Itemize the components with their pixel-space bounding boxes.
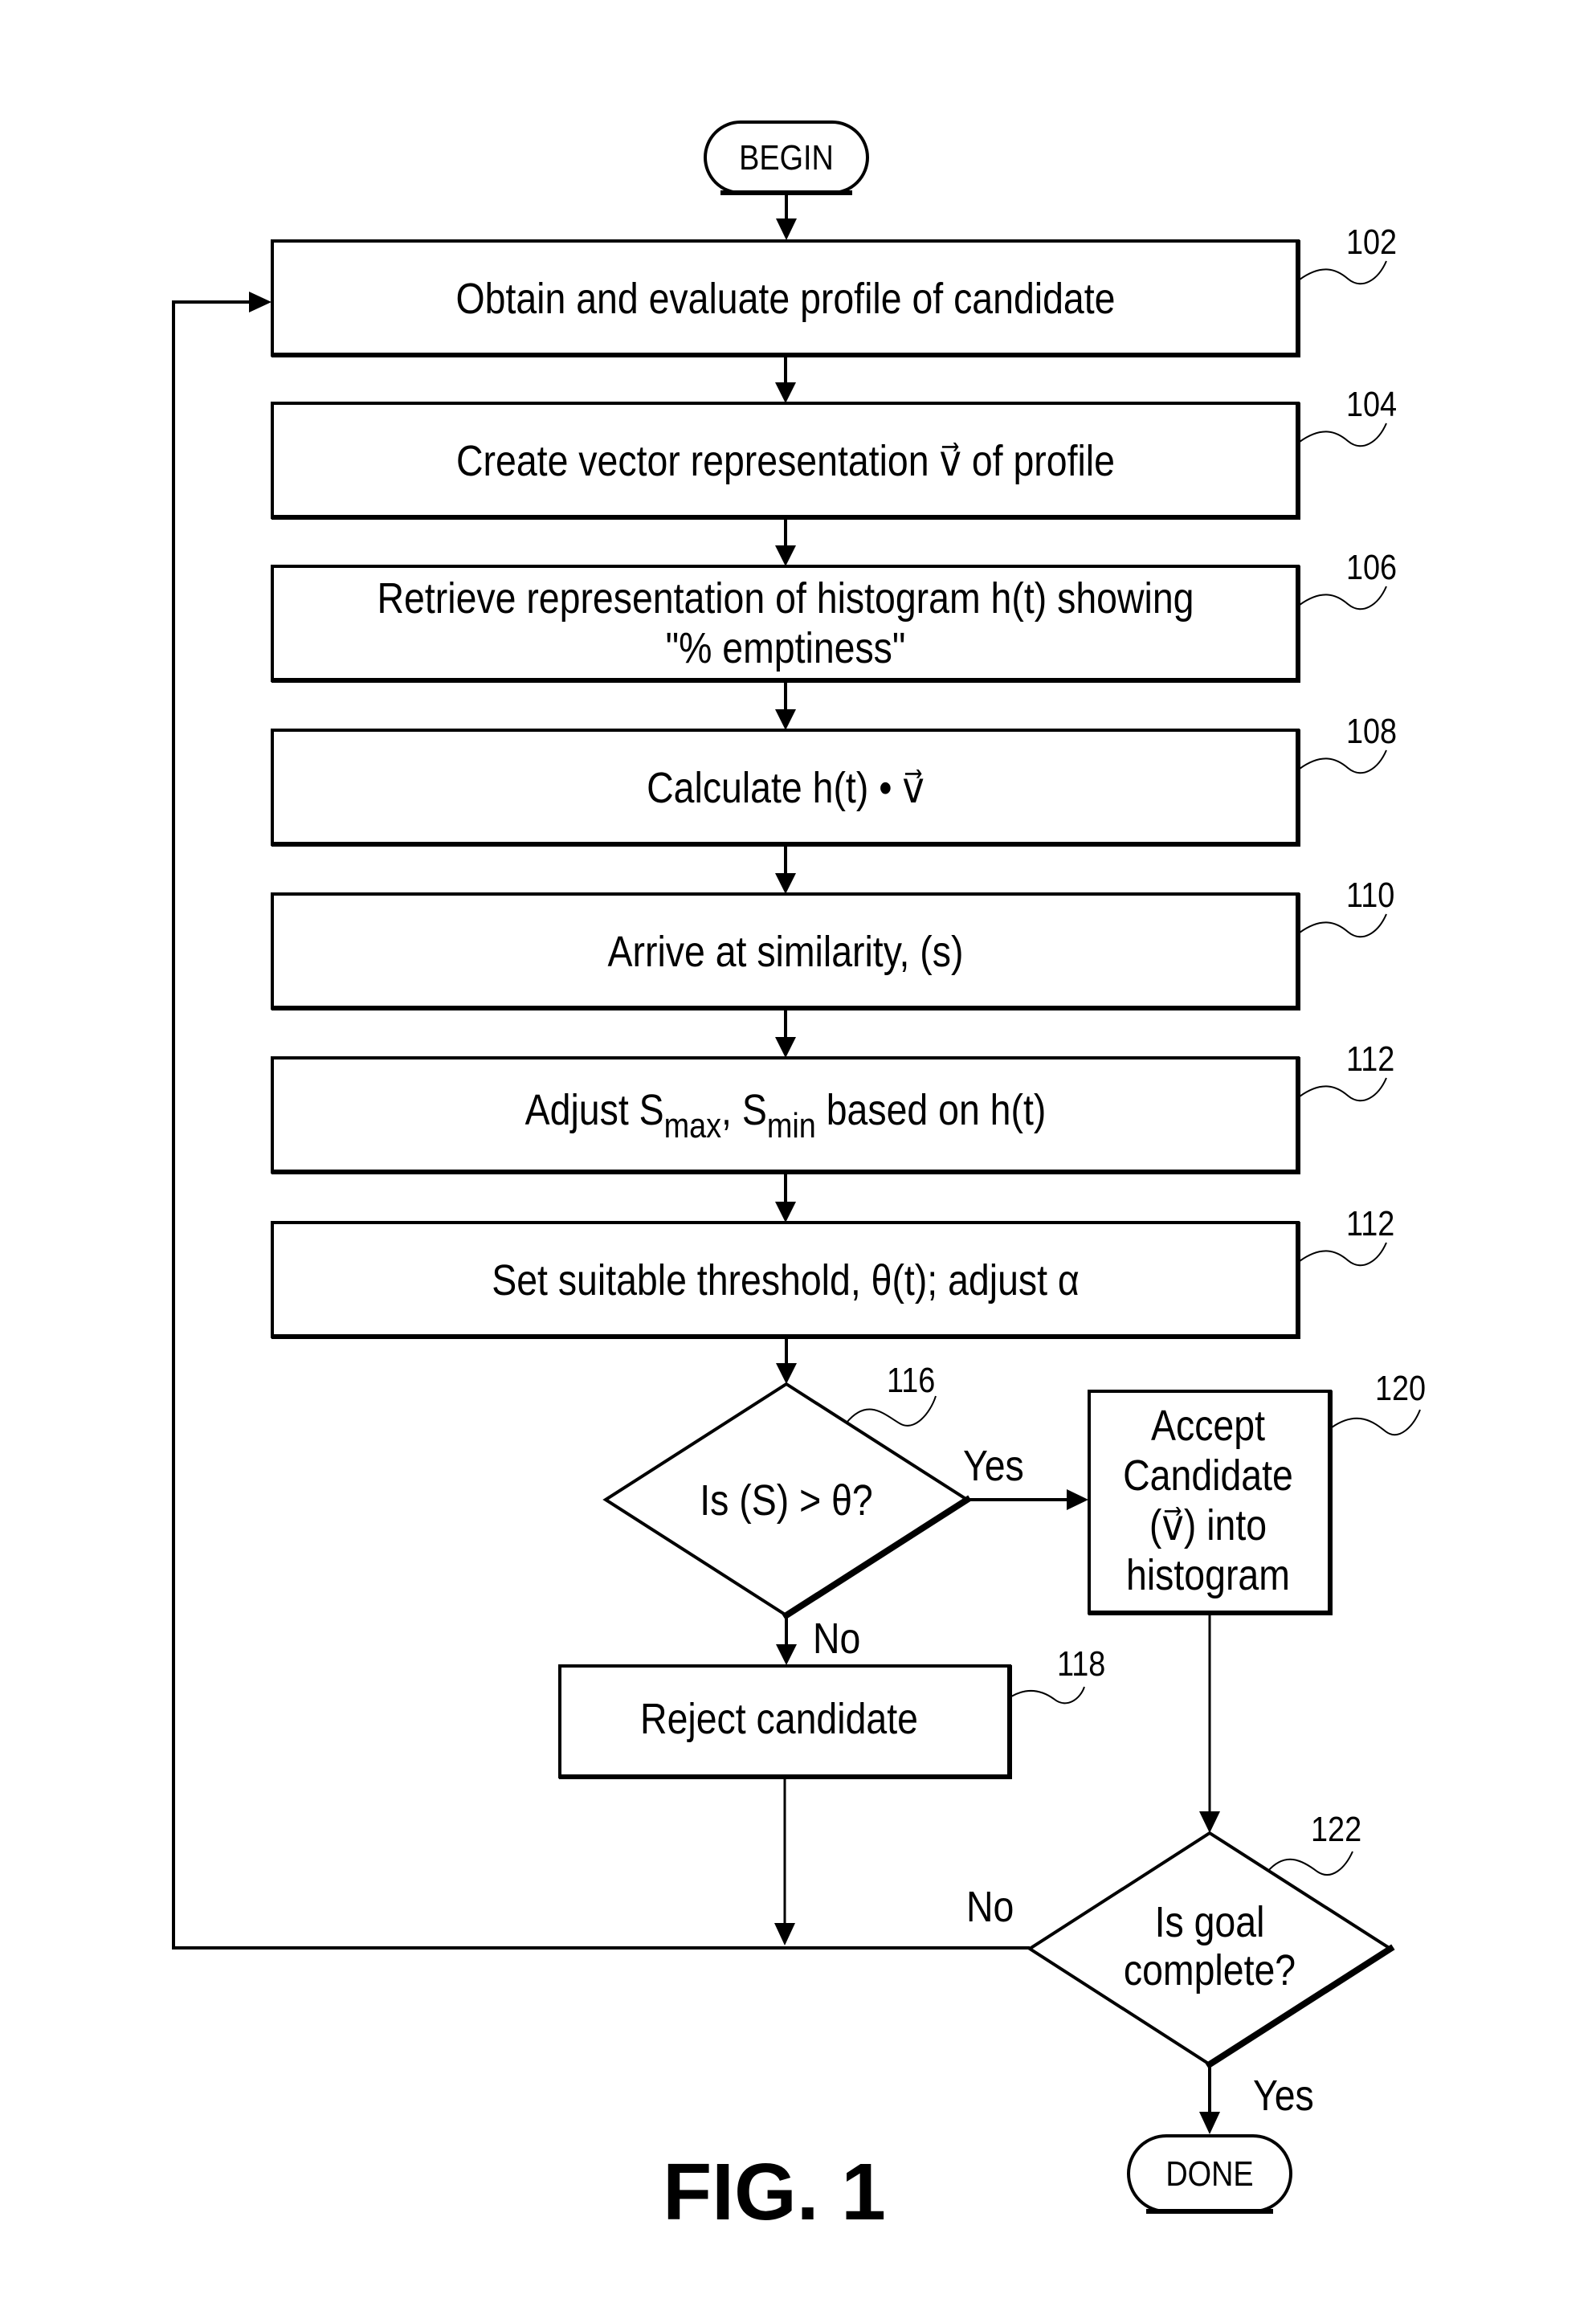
arrow-116-yes-to-120: Yes bbox=[963, 1441, 1088, 1510]
connector-arrow bbox=[775, 1008, 796, 1058]
process-step-box: Adjust Smax, Smin based on h(t) 112 bbox=[271, 1039, 1394, 1174]
ref-leader-116 bbox=[846, 1395, 937, 1427]
subscript-text: min bbox=[767, 1105, 816, 1145]
decision-122: Is goal complete? 122 No bbox=[966, 1809, 1395, 2069]
ref-label: 102 bbox=[1346, 222, 1397, 261]
connector-arrow bbox=[775, 844, 796, 894]
done-terminal: DONE bbox=[1127, 2134, 1292, 2214]
accept-box-line-3: (v⃗) into bbox=[1149, 1500, 1267, 1549]
accept-box-line-1: Accept bbox=[1151, 1401, 1265, 1450]
connector-arrow bbox=[775, 1172, 796, 1223]
ref-label: 112 bbox=[1346, 1203, 1394, 1243]
process-step-box: Arrive at similarity, (s) 110 bbox=[271, 875, 1394, 1010]
ref-label: 112 bbox=[1346, 1039, 1394, 1078]
step-text-segment: , S bbox=[721, 1085, 767, 1134]
arrow-to-116 bbox=[776, 1338, 797, 1384]
ref-label: 106 bbox=[1346, 547, 1397, 586]
reject-box-text: Reject candidate bbox=[640, 1694, 918, 1743]
arrow-122-yes-to-done: Yes bbox=[1199, 2064, 1314, 2134]
ref-leader-120 bbox=[1331, 1409, 1421, 1436]
ref-label: 104 bbox=[1346, 384, 1397, 423]
process-step-box: Create vector representation v⃗ of profi… bbox=[271, 384, 1397, 520]
process-step-text: "% emptiness" bbox=[666, 623, 906, 672]
no-label-116: No bbox=[813, 1614, 860, 1663]
ref-leader bbox=[1299, 913, 1387, 938]
process-step-box: Set suitable threshold, θ(t); adjust α 11… bbox=[271, 1203, 1394, 1339]
decision-116-text: Is (S) > θ? bbox=[700, 1476, 873, 1525]
arrow-120-to-122 bbox=[1199, 1615, 1220, 1833]
ref-label-120: 120 bbox=[1375, 1368, 1426, 1407]
yes-label-116: Yes bbox=[963, 1441, 1024, 1490]
process-step-text: Create vector representation v⃗ of profi… bbox=[456, 436, 1115, 485]
yes-label-122: Yes bbox=[1253, 2071, 1314, 2120]
step-text-segment: Adjust S bbox=[525, 1085, 664, 1134]
ref-leader-122 bbox=[1267, 1851, 1353, 1876]
decision-122-line-1: Is goal bbox=[1155, 1897, 1265, 1946]
ref-label-118: 118 bbox=[1057, 1643, 1105, 1683]
ref-leader bbox=[1299, 749, 1387, 774]
accept-candidate-box-120: Accept Candidate (v⃗) into histogram 120 bbox=[1088, 1368, 1426, 1615]
step-text-segment: based on h(t) bbox=[816, 1085, 1047, 1134]
process-step-box: Obtain and evaluate profile of candidate… bbox=[271, 222, 1397, 357]
ref-leader bbox=[1299, 1242, 1387, 1267]
process-step-text: Arrive at similarity, (s) bbox=[608, 927, 964, 976]
connector-arrow bbox=[775, 517, 796, 566]
flowchart: BEGIN Obtain and evaluate profile of can… bbox=[172, 120, 1426, 2237]
ref-leader-118 bbox=[1010, 1686, 1085, 1705]
arrow-begin-to-102 bbox=[776, 193, 797, 240]
figure-caption: FIG. 1 bbox=[663, 2147, 886, 2237]
ref-leader bbox=[1299, 260, 1387, 285]
decision-122-line-2: complete? bbox=[1124, 1945, 1296, 1994]
ref-label-122: 122 bbox=[1311, 1809, 1361, 1848]
ref-label: 110 bbox=[1346, 875, 1394, 914]
ref-leader bbox=[1299, 586, 1387, 610]
process-step-text: Calculate h(t) • v⃗ bbox=[647, 763, 925, 812]
ref-leader bbox=[1299, 423, 1387, 447]
process-step-text: Set suitable threshold, θ(t); adjust α bbox=[492, 1255, 1080, 1304]
ref-leader bbox=[1299, 1077, 1387, 1102]
accept-box-line-2: Candidate bbox=[1123, 1451, 1293, 1500]
decision-116: Is (S) > θ? 116 bbox=[602, 1360, 972, 1620]
arrow-118-to-loop bbox=[774, 1778, 795, 1945]
process-step-text: Obtain and evaluate profile of candidate bbox=[456, 274, 1116, 323]
process-step-box: Calculate h(t) • v⃗ 108 bbox=[271, 711, 1397, 847]
ref-label-116: 116 bbox=[887, 1360, 935, 1399]
connector-arrow bbox=[775, 355, 796, 403]
done-label: DONE bbox=[1165, 2154, 1253, 2193]
accept-box-line-4: histogram bbox=[1126, 1550, 1290, 1599]
no-label-122: No bbox=[966, 1882, 1014, 1931]
ref-label: 108 bbox=[1346, 711, 1397, 750]
connector-arrow bbox=[775, 680, 796, 730]
reject-candidate-box-118: Reject candidate 118 bbox=[558, 1643, 1105, 1779]
subscript-text: max bbox=[664, 1105, 722, 1145]
arrow-116-no-to-118: No bbox=[776, 1614, 860, 1665]
process-step-text: Retrieve representation of histogram h(t… bbox=[378, 574, 1194, 623]
begin-label: BEGIN bbox=[739, 137, 834, 177]
begin-terminal: BEGIN bbox=[704, 120, 869, 195]
process-step-box: Retrieve representation of histogram h(t… bbox=[271, 547, 1397, 683]
